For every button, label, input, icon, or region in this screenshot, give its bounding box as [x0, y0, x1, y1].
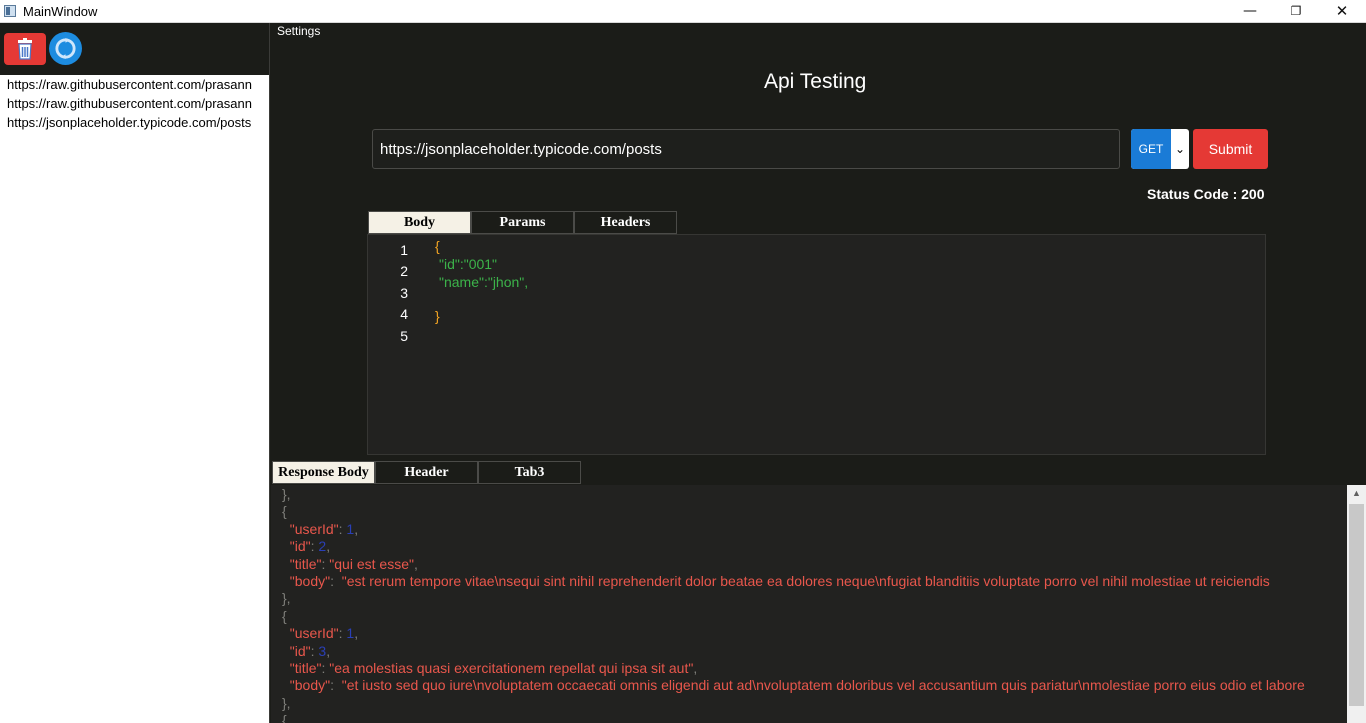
- trash-icon: [18, 38, 32, 60]
- response-line: "title": "qui est esse",: [289, 555, 418, 572]
- response-line: "userId": 1,: [289, 520, 359, 537]
- code-line: }: [435, 308, 440, 324]
- tab-response-header[interactable]: Header: [375, 461, 478, 484]
- json-key: "id": [289, 538, 311, 555]
- json-key: "body": [289, 573, 331, 589]
- line-number: 1: [400, 242, 408, 258]
- minimize-button[interactable]: —: [1227, 0, 1273, 22]
- delete-history-button[interactable]: [4, 33, 46, 65]
- code-line: "name":"jhon",: [439, 274, 529, 290]
- response-line: "id": 2,: [289, 538, 331, 555]
- refresh-button[interactable]: [49, 32, 82, 65]
- url-input[interactable]: [372, 129, 1120, 169]
- scroll-thumb[interactable]: [1349, 504, 1364, 706]
- response-line: },: [282, 590, 291, 607]
- json-key: "title": [289, 660, 322, 676]
- response-line: },: [282, 694, 291, 711]
- json-key: "body": [289, 677, 331, 694]
- response-line: },: [282, 486, 291, 502]
- line-number: 2: [400, 263, 408, 279]
- response-line: "body": "est rerum tempore vitae\nsequi …: [289, 573, 1270, 589]
- status-code: Status Code : 200: [1147, 186, 1265, 202]
- response-line: "body": "et iusto sed quo iure\nvoluptat…: [289, 677, 1305, 694]
- maximize-button[interactable]: ❐: [1273, 0, 1319, 22]
- vertical-scrollbar[interactable]: ▲: [1347, 485, 1366, 723]
- history-item[interactable]: https://jsonplaceholder.typicode.com/pos…: [0, 113, 269, 132]
- tab-headers[interactable]: Headers: [574, 211, 677, 234]
- json-value: "est rerum tempore vitae\nsequi sint nih…: [341, 573, 1270, 589]
- tab-body[interactable]: Body: [368, 211, 471, 234]
- json-key: "userId": [289, 625, 339, 642]
- json-key: "id": [289, 642, 311, 659]
- chevron-down-icon: ⌄: [1174, 142, 1186, 156]
- close-button[interactable]: ✕: [1319, 0, 1365, 22]
- line-number: 3: [400, 285, 408, 301]
- history-list: https://raw.githubusercontent.com/prasan…: [0, 75, 269, 723]
- json-value: "ea molestias quasi exercitationem repel…: [329, 660, 694, 676]
- response-body[interactable]: },{ "userId": 1, "id": 2, "title": "qui …: [271, 485, 1366, 723]
- json-key: "userId": [289, 520, 339, 537]
- body-editor[interactable]: 1 2 3 4 5 { "id":"001" "name":"jhon", }: [367, 234, 1266, 455]
- response-line: "id": 3,: [289, 642, 331, 659]
- page-title: Api Testing: [764, 70, 867, 93]
- window-title: MainWindow: [23, 4, 98, 19]
- response-line: {: [282, 712, 287, 723]
- response-line: {: [282, 607, 287, 624]
- json-value: "et iusto sed quo iure\nvoluptatem occae…: [341, 677, 1305, 694]
- history-item[interactable]: https://raw.githubusercontent.com/prasan…: [0, 75, 269, 94]
- json-key: "title": [289, 555, 322, 572]
- tab-params[interactable]: Params: [471, 211, 574, 234]
- response-line: "userId": 1,: [289, 625, 359, 642]
- app-icon: [4, 5, 16, 17]
- json-value: "qui est esse": [329, 555, 414, 572]
- method-value: GET: [1131, 129, 1171, 169]
- method-select[interactable]: GET ⌄: [1131, 129, 1189, 169]
- tab-3[interactable]: Tab3: [478, 461, 581, 484]
- tab-response-body[interactable]: Response Body: [272, 461, 375, 484]
- line-number: 5: [400, 328, 408, 344]
- sidebar: https://raw.githubusercontent.com/prasan…: [0, 23, 270, 723]
- window-titlebar: MainWindow — ❐ ✕: [0, 0, 1366, 23]
- submit-button[interactable]: Submit: [1193, 129, 1268, 169]
- code-line: "id":"001": [439, 256, 498, 272]
- line-number: 4: [400, 306, 408, 322]
- history-item[interactable]: https://raw.githubusercontent.com/prasan…: [0, 94, 269, 113]
- code-line: {: [435, 238, 440, 254]
- settings-menu[interactable]: Settings: [277, 24, 320, 38]
- refresh-icon: [55, 37, 76, 60]
- response-line: "title": "ea molestias quasi exercitatio…: [289, 660, 698, 676]
- scroll-up-arrow-icon[interactable]: ▲: [1347, 485, 1366, 502]
- response-line: {: [282, 503, 287, 520]
